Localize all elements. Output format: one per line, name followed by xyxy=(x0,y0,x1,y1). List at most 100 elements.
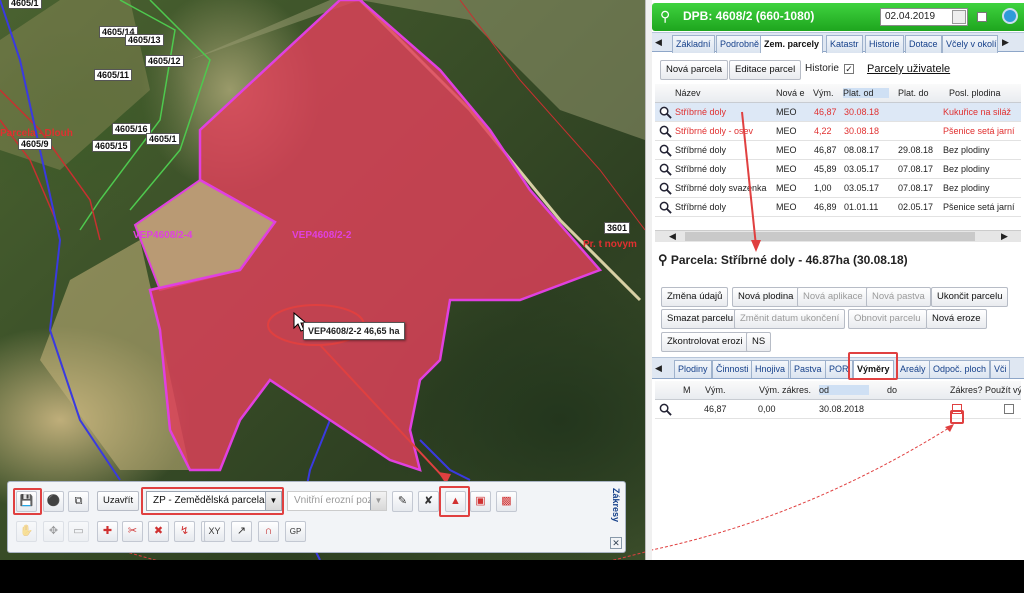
tab-dotace[interactable]: Dotace xyxy=(905,35,942,53)
pencil-icon[interactable]: ✎ xyxy=(392,491,413,512)
drawn-checkbox[interactable] xyxy=(952,404,962,414)
header-checkbox[interactable] xyxy=(977,12,987,22)
magnifier-icon[interactable] xyxy=(659,403,672,416)
detail-panel: ⚲ DPB: 4608/2 (660-1080) 02.04.2019 ◀ Zá… xyxy=(652,0,1024,560)
action-button-9[interactable]: Nová eroze xyxy=(926,309,987,329)
action-button-8[interactable]: Obnovit parcelu xyxy=(848,309,927,329)
tab-podrobne[interactable]: Podrobně xyxy=(716,35,764,53)
table-row[interactable]: Stříbrné doly - osev MEO 4,22 30.08.18 Pšeni… xyxy=(655,122,1021,141)
col-to[interactable]: do xyxy=(887,385,897,395)
col-valid-to[interactable]: Plat. do xyxy=(898,88,929,98)
tab-zem-parcely[interactable]: Zem. parcely xyxy=(760,35,824,53)
col-use[interactable]: Použít vý xyxy=(985,385,1021,395)
table-row[interactable]: Stříbrné doly MEO 46,87 30.08.18 Kukuřice na… xyxy=(655,103,1021,122)
col-name[interactable]: Název xyxy=(675,88,701,98)
save-icon[interactable]: 💾 xyxy=(16,491,37,512)
tab-zakladni[interactable]: Základní xyxy=(672,35,715,53)
calendar-icon[interactable] xyxy=(952,10,966,24)
scroll-left-icon[interactable]: ◀ xyxy=(669,231,676,242)
scroll-thumb[interactable] xyxy=(685,232,975,241)
col-valid-from[interactable]: Plat. od xyxy=(843,88,889,98)
scroll-right-icon[interactable]: ▶ xyxy=(1001,231,1008,242)
action-button-11[interactable]: NS xyxy=(746,332,772,352)
subtab-vci[interactable]: Vči xyxy=(990,360,1010,378)
magnet-icon[interactable]: ∩ xyxy=(258,521,279,542)
col-drawn[interactable]: Zákres? xyxy=(950,385,983,395)
action-button-6[interactable]: Smazat parcelu xyxy=(661,309,740,329)
layer-select[interactable]: ZP - Zemědělská parcela ▼ xyxy=(146,491,282,511)
col-area[interactable]: Vým. xyxy=(705,385,726,395)
table-row[interactable]: Stříbrné doly MEO 46,87 08.08.17 29.08.18 Bez… xyxy=(655,141,1021,160)
table-row[interactable]: Stříbrné doly MEO 46,89 01.01.11 02.05.17 Pše… xyxy=(655,198,1021,217)
magnifier-icon[interactable] xyxy=(659,201,672,214)
arrow-icon[interactable]: ↗ xyxy=(231,521,252,542)
magnifier-icon[interactable] xyxy=(659,182,672,195)
action-button-10[interactable]: Zkontrolovat erozi xyxy=(661,332,749,352)
col-last-crop[interactable]: Posl. plodina xyxy=(949,88,1001,98)
magnifier-icon[interactable] xyxy=(659,163,672,176)
table-scrollbar[interactable]: ◀ ▶ xyxy=(655,230,1021,242)
gps-icon[interactable]: GP xyxy=(285,521,306,542)
windows-icon[interactable]: ⧉ xyxy=(68,491,89,512)
user-parcels-link[interactable]: Parcely uživatele xyxy=(867,63,950,75)
remove-icon[interactable]: ✖ xyxy=(148,521,169,542)
subtab-hnojiva[interactable]: Hnojiva xyxy=(751,360,790,378)
shape-icon[interactable]: ▭ xyxy=(68,521,89,542)
history-checkbox[interactable]: ✓ xyxy=(844,64,854,74)
table-row[interactable]: Stříbrné doly MEO 45,89 03.05.17 07.08.17 Bez… xyxy=(655,160,1021,179)
action-button-4[interactable]: Nová pastva xyxy=(866,287,931,307)
date-field[interactable]: 02.04.2019 xyxy=(880,8,968,26)
action-button-1[interactable]: Změna údajů xyxy=(661,287,729,307)
cell-valid-to: 02.05.17 xyxy=(898,202,934,212)
tractor-icon[interactable]: ▩ xyxy=(496,491,517,512)
parcel-draw-icon[interactable]: ▲ xyxy=(445,491,466,512)
map-view[interactable]: 4605/1 4605/14 4605/13 4605/12 4605/11 4… xyxy=(0,0,645,560)
edit-parcels-button[interactable]: Editace parcel xyxy=(729,60,802,80)
col-area[interactable]: Vým. xyxy=(813,88,834,98)
action-button-2[interactable]: Nová plodina xyxy=(732,287,800,307)
xy-icon[interactable]: XY xyxy=(204,521,225,542)
erosion-select[interactable]: Vnitřní erozní poze ▼ xyxy=(287,491,387,511)
action-button-5[interactable]: Ukončit parcelu xyxy=(931,287,1009,307)
close-icon[interactable]: ✕ xyxy=(610,537,622,549)
tab-scroll-left-icon[interactable]: ◀ xyxy=(655,37,662,48)
subtab-odpoc-ploch[interactable]: Odpoč. ploch xyxy=(929,360,991,378)
cell-name: Stříbrné doly xyxy=(675,202,727,212)
tab-vcely[interactable]: Včely v okolí xyxy=(942,35,998,53)
splitter[interactable] xyxy=(645,0,652,560)
magnifier-icon[interactable] xyxy=(659,144,672,157)
subtab-arealy[interactable]: Areály xyxy=(896,360,930,378)
delete-point-icon[interactable]: ✘ xyxy=(418,491,439,512)
split-icon[interactable]: ✚ xyxy=(97,521,118,542)
magnifier-icon[interactable] xyxy=(659,125,672,138)
merge-icon[interactable]: ↯ xyxy=(174,521,195,542)
col-m[interactable]: M xyxy=(683,385,691,395)
tab-katastr[interactable]: Katastr xyxy=(826,35,863,53)
magnifier-icon[interactable] xyxy=(659,106,672,119)
action-button-3[interactable]: Nová aplikace xyxy=(797,287,869,307)
tab-scroll-left-icon[interactable]: ◀ xyxy=(655,363,662,374)
subtab-vymery[interactable]: Výměry xyxy=(853,360,894,378)
col-area-drawn[interactable]: Vým. zákres. xyxy=(759,385,811,395)
subtab-por[interactable]: POR xyxy=(825,360,853,378)
refresh-icon[interactable] xyxy=(1002,8,1018,24)
subtab-pastva[interactable]: Pastva xyxy=(790,360,826,378)
new-parcel-button[interactable]: Nová parcela xyxy=(660,60,728,80)
cancel-icon[interactable]: ⚫ xyxy=(43,491,64,512)
cut-icon[interactable]: ✂ xyxy=(122,521,143,542)
subtab-cinnosti[interactable]: Činnosti xyxy=(712,360,753,378)
cell-name: Stříbrné doly xyxy=(675,107,727,117)
use-checkbox[interactable] xyxy=(1004,404,1014,414)
trailer-icon[interactable]: ▣ xyxy=(470,491,491,512)
action-button-7[interactable]: Změnit datum ukončení xyxy=(734,309,846,329)
subtab-plodiny[interactable]: Plodiny xyxy=(674,360,712,378)
close-button[interactable]: Uzavřít xyxy=(97,491,140,511)
tab-scroll-right-icon[interactable]: ▶ xyxy=(1002,37,1009,48)
move-icon[interactable]: ✥ xyxy=(43,521,64,542)
col-from[interactable]: od xyxy=(819,385,869,395)
table-row[interactable]: 46,87 0,00 30.08.2018 xyxy=(655,400,1021,419)
col-type[interactable]: Nová e xyxy=(776,88,806,98)
table-row[interactable]: Stříbrné doly svazenka MEO 1,00 03.05.17 07.… xyxy=(655,179,1021,198)
tab-historie[interactable]: Historie xyxy=(865,35,904,53)
hand-icon[interactable]: ✋ xyxy=(16,521,37,542)
